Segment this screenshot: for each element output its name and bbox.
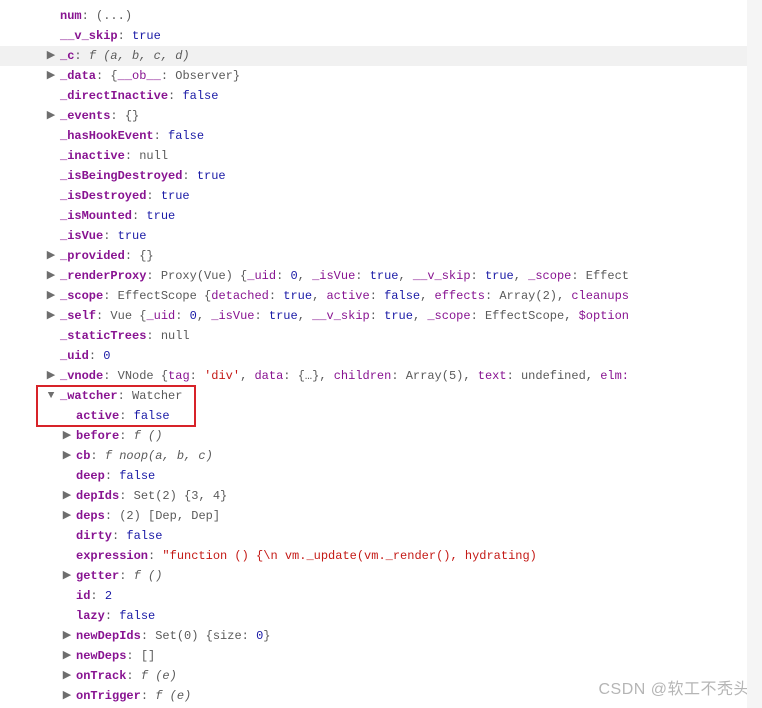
expand-icon[interactable]: ▶ bbox=[46, 106, 56, 126]
prop-newDepIds[interactable]: ▶ newDepIds: Set(0) {size: 0} bbox=[0, 626, 762, 646]
prop-cb[interactable]: ▶ cb: f noop(a, b, c) bbox=[0, 446, 762, 466]
expand-icon[interactable]: ▶ bbox=[62, 686, 72, 706]
expand-icon[interactable]: ▶ bbox=[62, 566, 72, 586]
collapse-icon[interactable]: ▼ bbox=[46, 386, 56, 406]
scrollbar[interactable] bbox=[747, 0, 762, 708]
prop-renderProxy[interactable]: ▶ _renderProxy: Proxy(Vue) {_uid: 0, _is… bbox=[0, 266, 762, 286]
expand-icon[interactable]: ▶ bbox=[62, 506, 72, 526]
prop-expression[interactable]: expression: "function () {\n vm._update(… bbox=[0, 546, 762, 566]
prop-id[interactable]: id: 2 bbox=[0, 586, 762, 606]
expand-icon[interactable]: ▶ bbox=[46, 246, 56, 266]
prop-directInactive[interactable]: _directInactive: false bbox=[0, 86, 762, 106]
prop-v-skip[interactable]: __v_skip: true bbox=[0, 26, 762, 46]
prop-provided[interactable]: ▶ _provided: {} bbox=[0, 246, 762, 266]
prop-dirty[interactable]: dirty: false bbox=[0, 526, 762, 546]
prop-onTrigger[interactable]: ▶ onTrigger: f (e) bbox=[0, 686, 762, 706]
prop-depIds[interactable]: ▶ depIds: Set(2) {3, 4} bbox=[0, 486, 762, 506]
expand-icon[interactable]: ▶ bbox=[62, 666, 72, 686]
prop-deps[interactable]: ▶ deps: (2) [Dep, Dep] bbox=[0, 506, 762, 526]
prop-staticTrees[interactable]: _staticTrees: null bbox=[0, 326, 762, 346]
expand-icon[interactable]: ▶ bbox=[46, 286, 56, 306]
prop-scope[interactable]: ▶ _scope: EffectScope {detached: true, a… bbox=[0, 286, 762, 306]
expand-icon[interactable]: ▶ bbox=[62, 426, 72, 446]
prop-newDeps[interactable]: ▶ newDeps: [] bbox=[0, 646, 762, 666]
prop-data[interactable]: ▶ _data: {__ob__: Observer} bbox=[0, 66, 762, 86]
devtools-object-tree: num: (...) __v_skip: true ▶ _c: f (a, b,… bbox=[0, 0, 762, 708]
expand-icon[interactable]: ▶ bbox=[46, 366, 56, 386]
prop-isDestroyed[interactable]: _isDestroyed: true bbox=[0, 186, 762, 206]
prop-c[interactable]: ▶ _c: f (a, b, c, d) bbox=[0, 46, 762, 66]
prop-onTrack[interactable]: ▶ onTrack: f (e) bbox=[0, 666, 762, 686]
prop-vnode[interactable]: ▶ _vnode: VNode {tag: 'div', data: {…}, … bbox=[0, 366, 762, 386]
prop-watcher[interactable]: ▼ _watcher: Watcher bbox=[0, 386, 762, 406]
prop-active[interactable]: active: false bbox=[0, 406, 762, 426]
prop-hasHookEvent[interactable]: _hasHookEvent: false bbox=[0, 126, 762, 146]
prop-self[interactable]: ▶ _self: Vue {_uid: 0, _isVue: true, __v… bbox=[0, 306, 762, 326]
prop-num[interactable]: num: (...) bbox=[0, 6, 762, 26]
expand-icon[interactable]: ▶ bbox=[62, 446, 72, 466]
expand-icon[interactable]: ▶ bbox=[62, 646, 72, 666]
prop-isBeingDestroyed[interactable]: _isBeingDestroyed: true bbox=[0, 166, 762, 186]
prop-inactive[interactable]: _inactive: null bbox=[0, 146, 762, 166]
expand-icon[interactable]: ▶ bbox=[62, 626, 72, 646]
prop-before[interactable]: ▶ before: f () bbox=[0, 426, 762, 446]
prop-lazy[interactable]: lazy: false bbox=[0, 606, 762, 626]
expand-icon[interactable]: ▶ bbox=[46, 66, 56, 86]
expand-icon[interactable]: ▶ bbox=[46, 306, 56, 326]
expand-icon[interactable]: ▶ bbox=[46, 46, 56, 66]
prop-events[interactable]: ▶ _events: {} bbox=[0, 106, 762, 126]
prop-key: num bbox=[60, 9, 82, 23]
prop-isVue[interactable]: _isVue: true bbox=[0, 226, 762, 246]
prop-isMounted[interactable]: _isMounted: true bbox=[0, 206, 762, 226]
expand-icon[interactable]: ▶ bbox=[46, 266, 56, 286]
prop-deep[interactable]: deep: false bbox=[0, 466, 762, 486]
expand-icon[interactable]: ▶ bbox=[62, 486, 72, 506]
prop-getter[interactable]: ▶ getter: f () bbox=[0, 566, 762, 586]
prop-uid[interactable]: _uid: 0 bbox=[0, 346, 762, 366]
